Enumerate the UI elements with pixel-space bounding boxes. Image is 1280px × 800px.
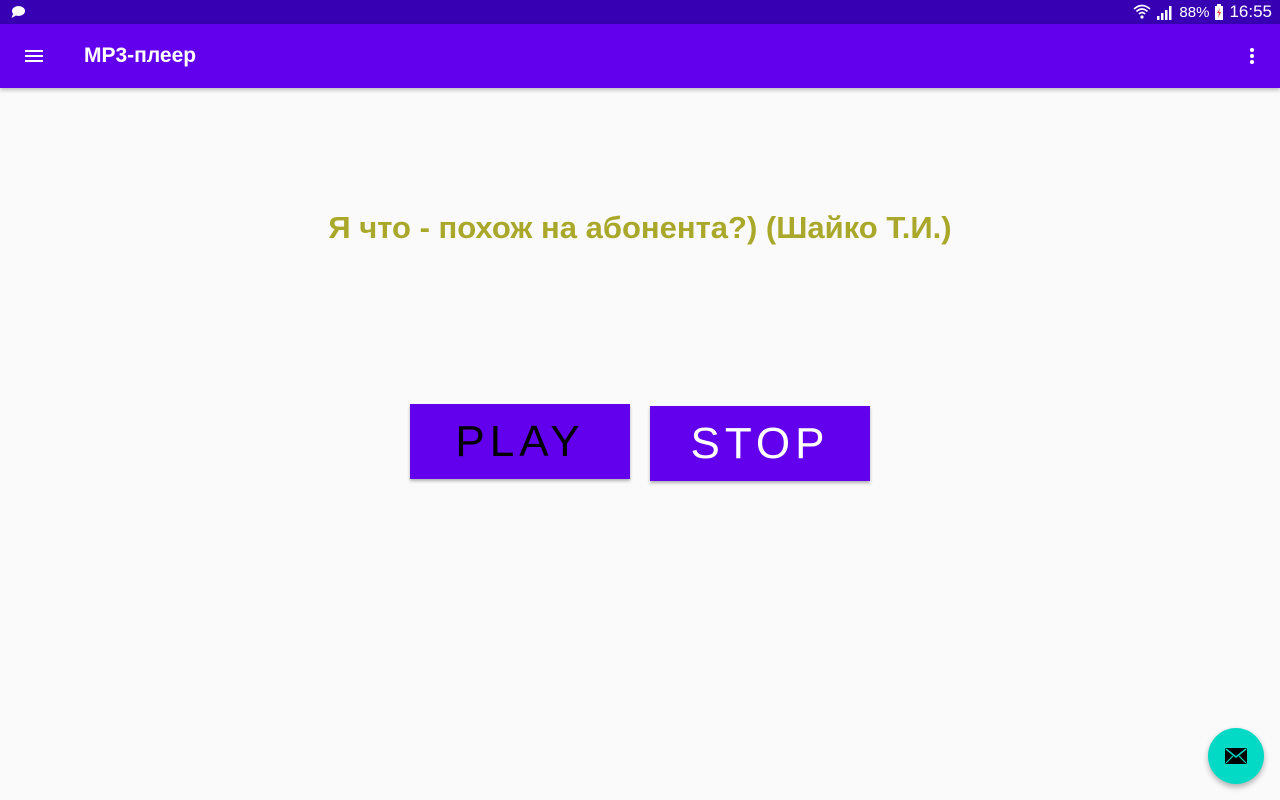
more-vert-icon [1250,48,1254,64]
mail-fab-button[interactable] [1208,728,1264,784]
app-title: MP3-плеер [84,44,197,67]
status-time: 16:55 [1229,2,1272,21]
mail-icon [1225,748,1247,764]
status-icons: 88% 16:55 [1133,0,1272,24]
overflow-menu-button[interactable] [1244,44,1260,68]
play-button[interactable]: PLAY [410,404,630,479]
battery-percent: 88% [1179,3,1210,21]
chat-bubble-icon [11,6,25,18]
stop-button[interactable]: STOP [650,406,870,481]
menu-button[interactable] [24,42,64,70]
app-bar: MP3-плеер [0,24,1280,88]
status-bar: 88% 16:55 [0,0,1280,24]
hamburger-menu-icon [25,50,43,62]
wifi-icon [1133,4,1151,19]
battery-charging-icon [1215,4,1224,20]
cell-signal-icon [1157,6,1172,20]
track-title: Я что - похож на абонента?) (Шайко Т.И.) [328,210,952,245]
